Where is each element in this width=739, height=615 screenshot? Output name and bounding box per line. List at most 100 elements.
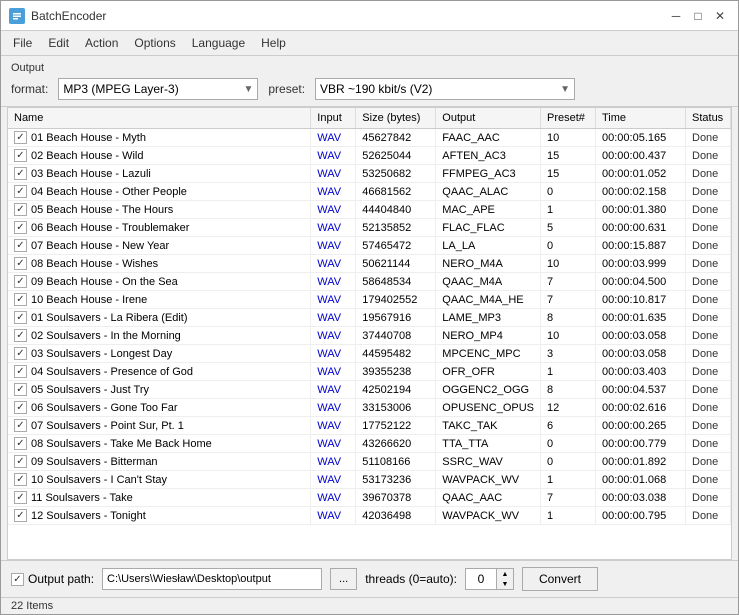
cell-input: WAV (311, 435, 356, 453)
row-checkbox[interactable]: ✓ (14, 419, 27, 432)
table-row[interactable]: ✓ 08 Beach House - Wishes WAV 50621144 N… (8, 255, 731, 273)
threads-increment-button[interactable]: ▲ (497, 569, 513, 579)
cell-time: 00:00:05.165 (596, 129, 686, 147)
table-row[interactable]: ✓ 08 Soulsavers - Take Me Back Home WAV … (8, 435, 731, 453)
row-checkbox[interactable]: ✓ (14, 401, 27, 414)
output-path-input[interactable] (102, 568, 322, 590)
preset-dropdown[interactable]: VBR ~190 kbit/s (V2) ▼ (315, 78, 575, 100)
cell-input: WAV (311, 471, 356, 489)
row-checkbox[interactable]: ✓ (14, 311, 27, 324)
cell-status: Done (686, 471, 731, 489)
menu-item-action[interactable]: Action (77, 33, 126, 53)
col-header-output: Output (436, 108, 541, 129)
threads-input[interactable] (466, 569, 496, 589)
table-row[interactable]: ✓ 02 Soulsavers - In the Morning WAV 374… (8, 327, 731, 345)
table-row[interactable]: ✓ 04 Beach House - Other People WAV 4668… (8, 183, 731, 201)
cell-time: 00:00:04.537 (596, 381, 686, 399)
format-dropdown[interactable]: MP3 (MPEG Layer-3) ▼ (58, 78, 258, 100)
cell-size: 58648534 (356, 273, 436, 291)
table-row[interactable]: ✓ 10 Soulsavers - I Can't Stay WAV 53173… (8, 471, 731, 489)
row-checkbox[interactable]: ✓ (14, 383, 27, 396)
cell-name: ✓ 01 Soulsavers - La Ribera (Edit) (8, 309, 311, 327)
cell-preset: 8 (541, 309, 596, 327)
table-row[interactable]: ✓ 10 Beach House - Irene WAV 179402552 Q… (8, 291, 731, 309)
row-checkbox[interactable]: ✓ (14, 473, 27, 486)
table-row[interactable]: ✓ 09 Beach House - On the Sea WAV 586485… (8, 273, 731, 291)
cell-name: ✓ 05 Soulsavers - Just Try (8, 381, 311, 399)
menu-item-language[interactable]: Language (184, 33, 253, 53)
preset-value: VBR ~190 kbit/s (V2) (320, 82, 432, 96)
table-row[interactable]: ✓ 03 Soulsavers - Longest Day WAV 445954… (8, 345, 731, 363)
file-table-container[interactable]: Name Input Size (bytes) Output Preset# T… (7, 107, 732, 560)
table-row[interactable]: ✓ 05 Beach House - The Hours WAV 4440484… (8, 201, 731, 219)
cell-output: FFMPEG_AC3 (436, 165, 541, 183)
table-row[interactable]: ✓ 07 Beach House - New Year WAV 57465472… (8, 237, 731, 255)
row-checkbox[interactable]: ✓ (14, 365, 27, 378)
row-checkbox[interactable]: ✓ (14, 167, 27, 180)
row-checkbox[interactable]: ✓ (14, 275, 27, 288)
convert-button[interactable]: Convert (522, 567, 598, 591)
cell-size: 44404840 (356, 201, 436, 219)
app-title: BatchEncoder (31, 9, 666, 23)
table-row[interactable]: ✓ 05 Soulsavers - Just Try WAV 42502194 … (8, 381, 731, 399)
cell-preset: 10 (541, 327, 596, 345)
maximize-button[interactable]: □ (688, 6, 708, 26)
table-row[interactable]: ✓ 06 Beach House - Troublemaker WAV 5213… (8, 219, 731, 237)
row-checkbox[interactable]: ✓ (14, 149, 27, 162)
row-checkbox[interactable]: ✓ (14, 491, 27, 504)
table-row[interactable]: ✓ 11 Soulsavers - Take WAV 39670378 QAAC… (8, 489, 731, 507)
table-row[interactable]: ✓ 07 Soulsavers - Point Sur, Pt. 1 WAV 1… (8, 417, 731, 435)
cell-preset: 7 (541, 273, 596, 291)
output-label: Output (11, 62, 728, 74)
table-row[interactable]: ✓ 12 Soulsavers - Tonight WAV 42036498 W… (8, 507, 731, 525)
cell-output: NERO_M4A (436, 255, 541, 273)
table-row[interactable]: ✓ 04 Soulsavers - Presence of God WAV 39… (8, 363, 731, 381)
row-checkbox[interactable]: ✓ (14, 203, 27, 216)
cell-input: WAV (311, 507, 356, 525)
menu-item-options[interactable]: Options (126, 33, 183, 53)
cell-output: MAC_APE (436, 201, 541, 219)
output-path-checkbox[interactable]: ✓ (11, 573, 24, 586)
cell-output: WAVPACK_WV (436, 507, 541, 525)
menu-item-file[interactable]: File (5, 33, 40, 53)
minimize-button[interactable]: ─ (666, 6, 686, 26)
row-checkbox[interactable]: ✓ (14, 131, 27, 144)
table-row[interactable]: ✓ 06 Soulsavers - Gone Too Far WAV 33153… (8, 399, 731, 417)
row-checkbox[interactable]: ✓ (14, 185, 27, 198)
row-checkbox[interactable]: ✓ (14, 455, 27, 468)
table-row[interactable]: ✓ 01 Soulsavers - La Ribera (Edit) WAV 1… (8, 309, 731, 327)
cell-time: 00:00:00.265 (596, 417, 686, 435)
row-checkbox[interactable]: ✓ (14, 329, 27, 342)
cell-input: WAV (311, 345, 356, 363)
col-header-name: Name (8, 108, 311, 129)
table-row[interactable]: ✓ 02 Beach House - Wild WAV 52625044 AFT… (8, 147, 731, 165)
table-row[interactable]: ✓ 09 Soulsavers - Bitterman WAV 51108166… (8, 453, 731, 471)
row-checkbox[interactable]: ✓ (14, 347, 27, 360)
output-row: format: MP3 (MPEG Layer-3) ▼ preset: VBR… (11, 78, 728, 100)
table-row[interactable]: ✓ 03 Beach House - Lazuli WAV 53250682 F… (8, 165, 731, 183)
cell-status: Done (686, 489, 731, 507)
cell-preset: 15 (541, 147, 596, 165)
cell-time: 00:00:03.403 (596, 363, 686, 381)
output-path-label: Output path: (28, 572, 94, 586)
col-header-size: Size (bytes) (356, 108, 436, 129)
row-checkbox[interactable]: ✓ (14, 257, 27, 270)
cell-input: WAV (311, 255, 356, 273)
row-checkbox[interactable]: ✓ (14, 239, 27, 252)
cell-preset: 10 (541, 255, 596, 273)
cell-time: 00:00:10.817 (596, 291, 686, 309)
row-checkbox[interactable]: ✓ (14, 293, 27, 306)
row-checkbox[interactable]: ✓ (14, 509, 27, 522)
cell-name: ✓ 02 Beach House - Wild (8, 147, 311, 165)
threads-decrement-button[interactable]: ▼ (497, 579, 513, 589)
menu-item-help[interactable]: Help (253, 33, 294, 53)
cell-input: WAV (311, 183, 356, 201)
table-row[interactable]: ✓ 01 Beach House - Myth WAV 45627842 FAA… (8, 129, 731, 147)
menu-item-edit[interactable]: Edit (40, 33, 77, 53)
cell-name: ✓ 06 Beach House - Troublemaker (8, 219, 311, 237)
row-checkbox[interactable]: ✓ (14, 437, 27, 450)
cell-size: 53250682 (356, 165, 436, 183)
close-button[interactable]: ✕ (710, 6, 730, 26)
browse-button[interactable]: ... (330, 568, 357, 590)
row-checkbox[interactable]: ✓ (14, 221, 27, 234)
